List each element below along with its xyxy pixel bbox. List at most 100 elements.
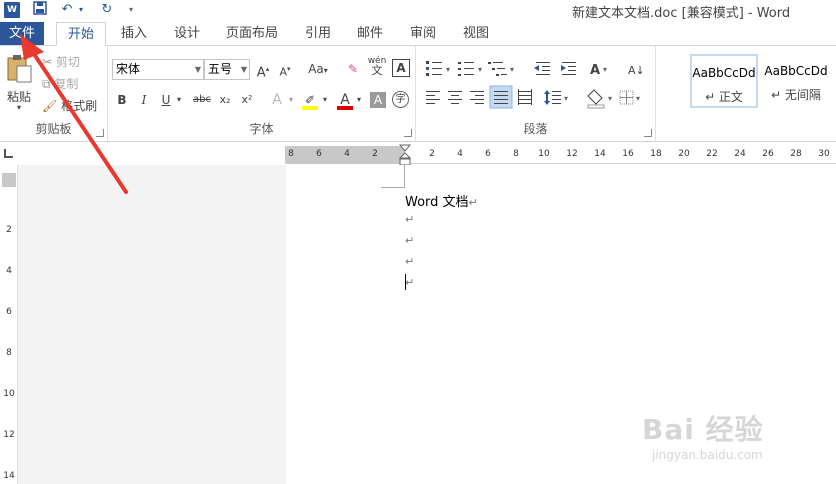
cut-label: 剪切 bbox=[55, 55, 80, 69]
phonetic-guide-button[interactable]: wén 文 bbox=[366, 56, 388, 76]
ruler-tick: 8 bbox=[288, 149, 294, 159]
ruler-tick: 4 bbox=[457, 149, 463, 159]
italic-button[interactable]: I bbox=[136, 90, 152, 110]
sort-icon[interactable]: A↓ bbox=[628, 64, 645, 77]
text-effects-button[interactable]: A bbox=[268, 90, 286, 110]
tab-insert[interactable]: 插入 bbox=[114, 22, 154, 46]
vertical-ruler[interactable]: 2 4 6 8 10 12 14 bbox=[0, 165, 18, 484]
tab-review[interactable]: 审阅 bbox=[403, 22, 443, 46]
margin-corner-mark bbox=[381, 165, 405, 188]
align-center-icon[interactable] bbox=[448, 91, 462, 104]
vertical-ruler-margin bbox=[2, 173, 16, 187]
font-launcher-icon[interactable] bbox=[404, 129, 412, 137]
paste-dropdown-icon[interactable]: ▾ bbox=[2, 104, 36, 112]
ruler-tick: 2 bbox=[6, 225, 12, 235]
asian-layout-icon[interactable]: A bbox=[590, 63, 600, 78]
copy-button[interactable]: ⧉ 复制 bbox=[42, 74, 102, 94]
font-name-value: 宋体 bbox=[116, 62, 141, 76]
document-line[interactable]: ↵ bbox=[405, 212, 414, 227]
document-title: 新建文本文档.doc [兼容模式] - Word bbox=[572, 6, 791, 21]
chevron-down-icon: ▾ bbox=[446, 65, 450, 74]
document-line[interactable]: ↵ bbox=[405, 233, 414, 248]
watermark-brand: Bai 经验 bbox=[642, 413, 764, 446]
document-line[interactable]: Word 文档↵ bbox=[405, 191, 478, 210]
svg-text:▾: ▾ bbox=[603, 65, 607, 74]
subscript-button[interactable]: x₂ bbox=[216, 90, 234, 110]
document-line[interactable]: ↵ bbox=[405, 275, 414, 290]
enclose-characters-button[interactable]: 字 bbox=[392, 91, 409, 108]
style-no-spacing[interactable]: AaBbCcDd ↵ 无间隔 bbox=[762, 54, 830, 108]
change-case-button[interactable]: Aa▾ bbox=[302, 59, 334, 79]
bullets-icon[interactable] bbox=[426, 61, 442, 76]
ruler-tick: 24 bbox=[734, 149, 746, 159]
tab-stop-icon bbox=[4, 149, 13, 158]
borders-icon[interactable] bbox=[619, 90, 634, 105]
text-effects-dropdown-icon[interactable]: ▾ bbox=[286, 90, 296, 110]
ruler-tick: 2 bbox=[372, 149, 378, 159]
bold-button[interactable]: B bbox=[114, 90, 130, 110]
tab-page-layout[interactable]: 页面布局 bbox=[220, 22, 284, 46]
character-border-button[interactable]: A bbox=[392, 59, 410, 77]
tab-home[interactable]: 开始 bbox=[56, 22, 106, 46]
line-spacing-icon[interactable] bbox=[544, 90, 561, 105]
highlight-dropdown-icon[interactable]: ▾ bbox=[320, 90, 330, 110]
ruler-tick: 12 bbox=[566, 149, 578, 159]
strikethrough-button[interactable]: abc bbox=[190, 90, 214, 110]
clipboard-launcher-icon[interactable] bbox=[96, 129, 104, 137]
customize-qat-icon[interactable]: ▾ bbox=[124, 1, 138, 19]
indent-marker[interactable] bbox=[398, 144, 412, 166]
increase-indent-icon[interactable] bbox=[561, 62, 576, 75]
paragraph-group-label: 段落 bbox=[523, 122, 548, 136]
font-color-dropdown-icon[interactable]: ▾ bbox=[354, 90, 364, 110]
ruler-tick: 8 bbox=[6, 348, 12, 358]
highlight-button[interactable]: ✐ bbox=[300, 90, 320, 110]
distributed-icon[interactable] bbox=[518, 89, 532, 105]
copy-icon: ⧉ bbox=[42, 77, 51, 91]
paragraph-launcher-icon[interactable] bbox=[644, 129, 652, 137]
cut-button[interactable]: ✂ 剪切 bbox=[42, 52, 102, 72]
indent-marker-icon bbox=[398, 144, 412, 166]
tab-references[interactable]: 引用 bbox=[298, 22, 338, 46]
tab-file[interactable]: 文件 bbox=[0, 22, 44, 46]
decrease-indent-icon[interactable] bbox=[534, 62, 550, 75]
shading-icon[interactable] bbox=[587, 89, 605, 109]
tab-mailings[interactable]: 邮件 bbox=[350, 22, 390, 46]
tab-stop-selector[interactable] bbox=[0, 145, 18, 165]
ruler-tick: 30 bbox=[818, 149, 830, 159]
undo-dropdown-icon[interactable]: ▾ bbox=[76, 1, 86, 19]
underline-dropdown-icon[interactable]: ▾ bbox=[174, 90, 184, 110]
document-line[interactable]: ↵ bbox=[405, 254, 414, 269]
save-icon[interactable] bbox=[30, 1, 50, 19]
word-app-icon: W bbox=[4, 2, 20, 18]
superscript-button[interactable]: x² bbox=[238, 90, 256, 110]
font-size-select[interactable]: 五号 ▼ bbox=[204, 59, 250, 80]
undo-icon[interactable]: ↶ bbox=[58, 1, 76, 19]
character-shading-button[interactable]: A bbox=[370, 92, 386, 108]
font-color-swatch bbox=[337, 106, 353, 110]
style-normal[interactable]: AaBbCcDd ↵ 正文 bbox=[690, 54, 758, 108]
tab-view[interactable]: 视图 bbox=[456, 22, 496, 46]
paste-icon bbox=[7, 55, 32, 83]
horizontal-ruler[interactable]: 8 6 4 2 2 4 6 8 10 12 14 16 18 20 22 24 … bbox=[285, 144, 836, 166]
numbering-icon[interactable] bbox=[458, 62, 474, 76]
format-painter-button[interactable]: 🖌 格式刷 bbox=[42, 96, 106, 116]
paragraph-mark: ↵ bbox=[405, 276, 415, 289]
grow-font-button[interactable]: A▴ bbox=[254, 59, 272, 80]
svg-text:▾: ▾ bbox=[510, 65, 514, 74]
font-color-button[interactable]: A bbox=[336, 90, 354, 110]
font-name-select[interactable]: 宋体 ▼ bbox=[112, 59, 204, 80]
ribbon: 粘贴 ▾ ✂ 剪切 ⧉ 复制 🖌 格式刷 剪贴板 宋体 ▼ 五号 ▼ A▴ A▾ bbox=[0, 45, 836, 142]
tab-design[interactable]: 设计 bbox=[167, 22, 207, 46]
paste-button[interactable]: 粘贴 ▾ bbox=[2, 52, 36, 114]
align-left-icon[interactable] bbox=[426, 91, 440, 104]
paragraph-controls: ▾ ▾ ▾ A ▾ A↓ ▾ ▾ ▾ bbox=[426, 61, 645, 109]
multilevel-list-icon[interactable] bbox=[488, 62, 507, 76]
shrink-font-button[interactable]: A▾ bbox=[276, 59, 294, 79]
clear-formatting-icon[interactable]: ✎ bbox=[342, 59, 364, 79]
align-right-icon[interactable] bbox=[470, 91, 484, 104]
clipboard-group: 粘贴 ▾ ✂ 剪切 ⧉ 复制 🖌 格式刷 剪贴板 bbox=[0, 46, 108, 141]
change-case-label: Aa bbox=[308, 62, 324, 76]
redo-icon[interactable]: ↻ bbox=[98, 1, 116, 19]
underline-button[interactable]: U bbox=[158, 90, 174, 110]
ruler-tick: 28 bbox=[790, 149, 802, 159]
